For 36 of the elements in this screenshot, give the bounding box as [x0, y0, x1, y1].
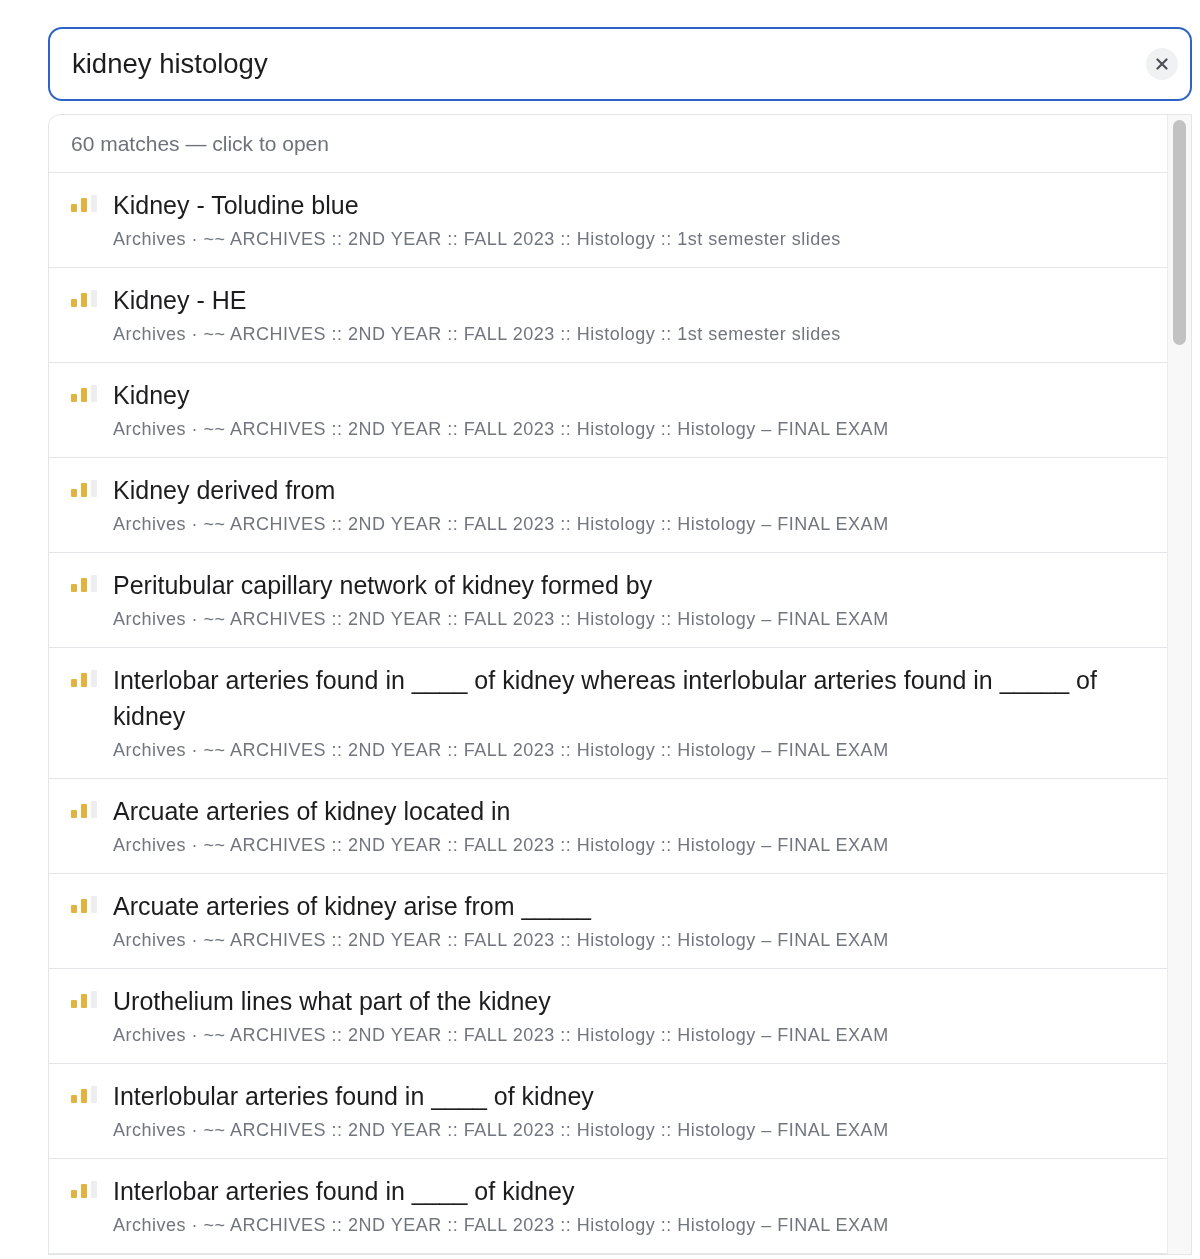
- result-title: Urothelium lines what part of the kidney: [113, 986, 552, 1017]
- search-field[interactable]: kidney histology: [48, 27, 1192, 101]
- result-title: Kidney derived from: [113, 475, 337, 506]
- result-path: Archives · ~~ ARCHIVES :: 2ND YEAR :: FALL 2023 :: Histology :: Histology – FINAL EXAM: [113, 929, 889, 951]
- scrollbar-thumb[interactable]: [1173, 120, 1186, 345]
- result-path: Archives · ~~ ARCHIVES :: 2ND YEAR :: FALL 2023 :: Histology :: Histology – FINAL EXAM: [113, 1214, 889, 1236]
- signal-bars-icon: [71, 385, 97, 403]
- signal-bars-icon: [71, 195, 97, 213]
- signal-bars-icon: [71, 1086, 97, 1104]
- signal-bars-icon: [71, 575, 97, 593]
- result-path: Archives · ~~ ARCHIVES :: 2ND YEAR :: FALL 2023 :: Histology :: Histology – FINAL EXAM: [113, 834, 889, 856]
- signal-bars-icon: [71, 1181, 97, 1199]
- result-title: Interlobar arteries found in ____ of kidney: [113, 1176, 576, 1207]
- result-title: Interlobar arteries found in ____ of kidney whereas interlobular arteries found in _____ of kidney: [113, 665, 1098, 732]
- result-path: Archives · ~~ ARCHIVES :: 2ND YEAR :: FALL 2023 :: Histology :: Histology – FINAL EXAM: [113, 418, 889, 440]
- signal-bars-icon: [71, 290, 97, 308]
- close-icon: [1156, 58, 1168, 70]
- result-path: Archives · ~~ ARCHIVES :: 2ND YEAR :: FALL 2023 :: Histology :: Histology – FINAL EXAM: [113, 1119, 889, 1141]
- signal-bars-icon: [71, 896, 97, 914]
- result-title: Kidney - HE: [113, 285, 248, 316]
- result-title: Arcuate arteries of kidney arise from _____: [113, 891, 593, 922]
- result-title: Peritubular capillary network of kidney formed by: [113, 570, 654, 601]
- result-path: Archives · ~~ ARCHIVES :: 2ND YEAR :: FALL 2023 :: Histology :: Histology – FINAL EXAM: [113, 739, 890, 761]
- result-title: Kidney: [113, 380, 191, 411]
- result-path: Archives · ~~ ARCHIVES :: 2ND YEAR :: FALL 2023 :: Histology :: Histology – FINAL EXAM: [113, 608, 889, 630]
- result-path: Archives · ~~ ARCHIVES :: 2ND YEAR :: FALL 2023 :: Histology :: 1st semester slides: [113, 228, 841, 250]
- result-title: Arcuate arteries of kidney located in: [113, 796, 512, 827]
- signal-bars-icon: [71, 991, 97, 1009]
- signal-bars-icon: [71, 801, 97, 819]
- signal-bars-icon: [71, 670, 97, 688]
- result-title: Kidney - Toludine blue: [113, 190, 360, 221]
- result-path: Archives · ~~ ARCHIVES :: 2ND YEAR :: FALL 2023 :: Histology :: Histology – FINAL EXAM: [113, 513, 889, 535]
- result-title: Interlobular arteries found in ____ of kidney: [113, 1081, 595, 1112]
- signal-bars-icon: [71, 480, 97, 498]
- result-path: Archives · ~~ ARCHIVES :: 2ND YEAR :: FALL 2023 :: Histology :: Histology – FINAL EXAM: [113, 1024, 889, 1046]
- result-path: Archives · ~~ ARCHIVES :: 2ND YEAR :: FALL 2023 :: Histology :: 1st semester slides: [113, 323, 841, 345]
